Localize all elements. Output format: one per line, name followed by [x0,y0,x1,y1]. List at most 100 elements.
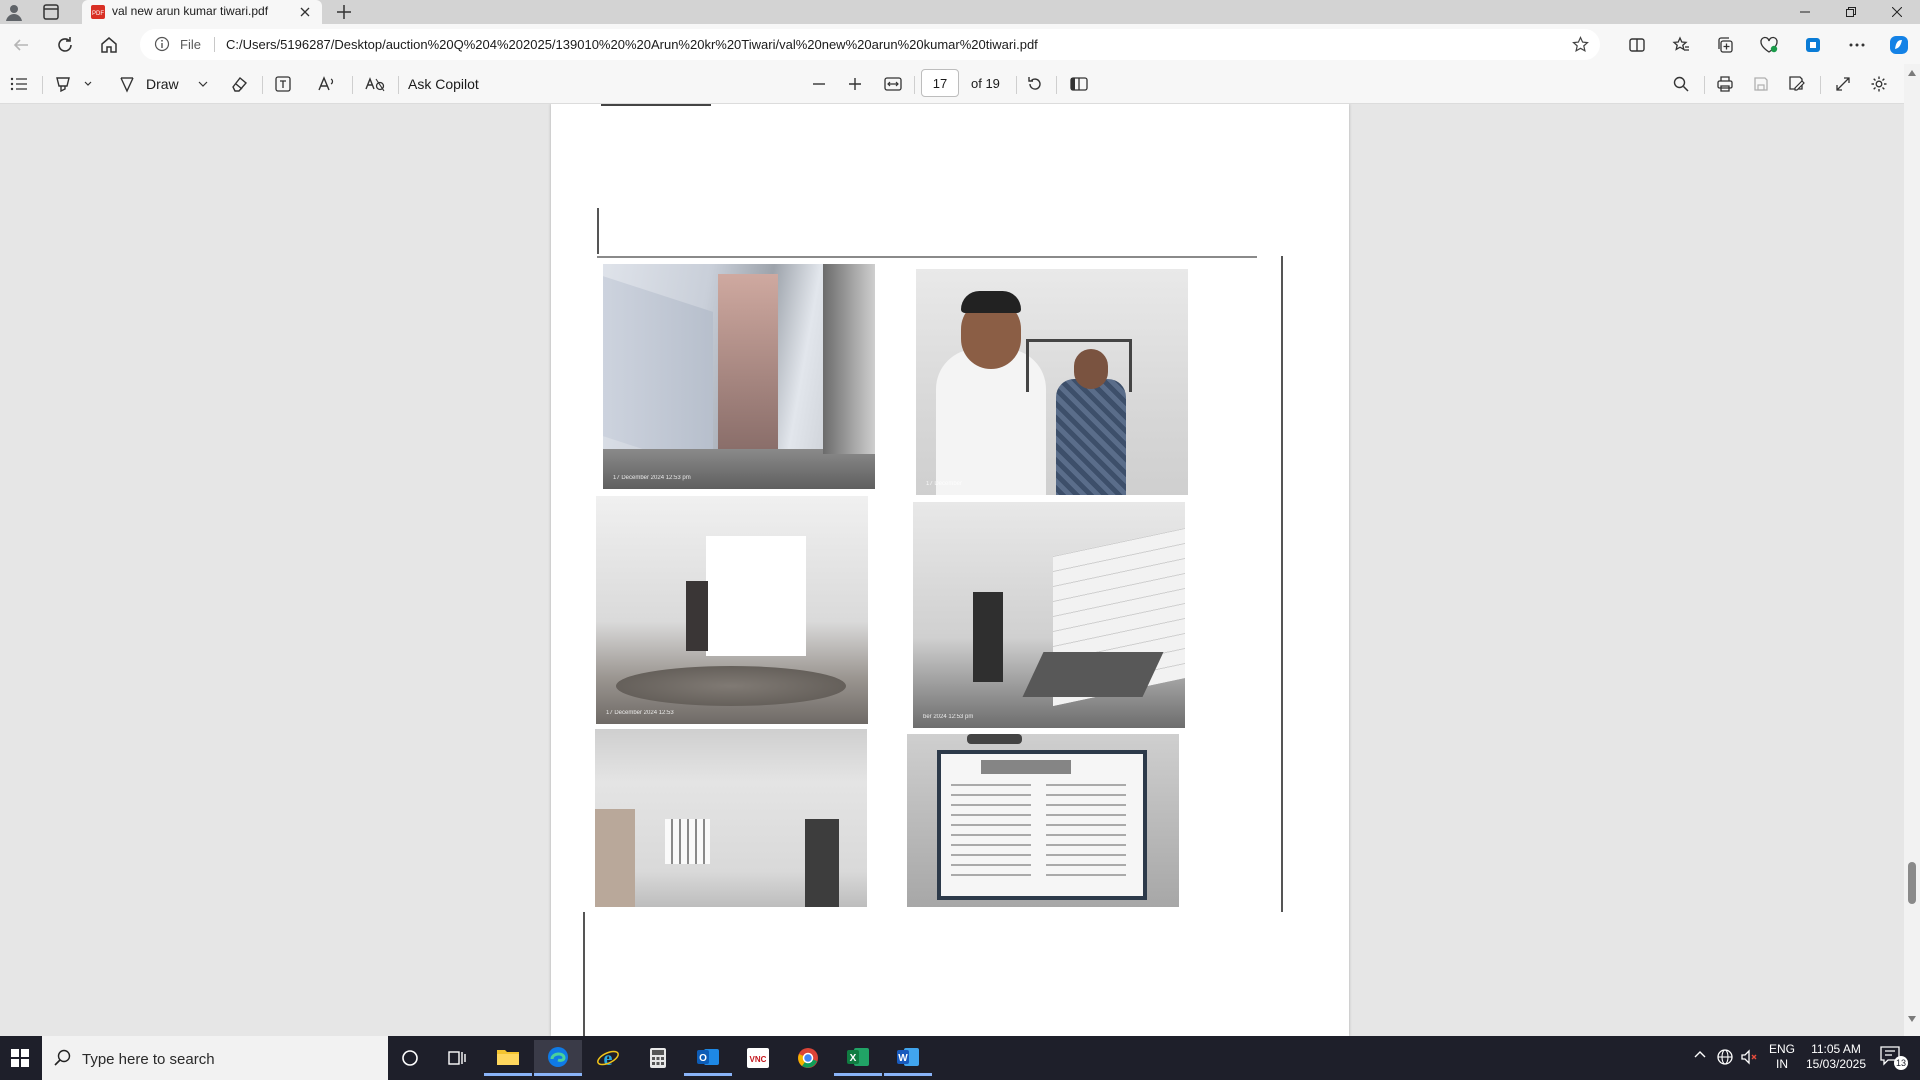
photo-timestamp: 17 December 2024 12:53 [606,710,674,716]
split-screen-icon[interactable] [1622,30,1652,60]
notification-center-icon[interactable]: 13 [1880,1046,1912,1070]
draw-options-chevron-icon[interactable] [194,70,212,98]
scroll-down-icon[interactable] [1908,1016,1916,1022]
highlight-icon[interactable] [52,70,96,98]
restore-icon[interactable] [1828,0,1874,24]
url-text[interactable]: C:/Users/5196287/Desktop/auction%20Q%204… [226,37,1038,52]
tab-actions-icon[interactable] [42,3,60,21]
toolbar-divider [1056,76,1057,94]
person-2-body [1056,379,1126,495]
favorites-icon[interactable] [1666,30,1696,60]
scroll-up-icon[interactable] [1908,70,1916,76]
photo-timestamp: ber 2024 12:53 pm [923,714,974,720]
toolbar-divider [1820,76,1821,94]
network-globe-icon[interactable] [1716,1048,1734,1066]
fullscreen-icon[interactable] [1830,70,1856,98]
zoom-out-icon[interactable] [806,70,832,98]
notice-board [937,750,1147,900]
back-icon[interactable] [6,30,36,60]
refresh-icon[interactable] [50,30,80,60]
extension-icon[interactable] [1798,30,1828,60]
chrome-icon[interactable] [784,1040,832,1076]
language-top: ENG [1768,1042,1795,1056]
far-doorway [973,592,1003,682]
site-photo-corridor: ber 2024 12:53 pm [913,502,1185,728]
toolbar-divider [914,76,915,94]
windows-start-icon[interactable] [0,1040,40,1076]
tab-active[interactable]: PDF val new arun kumar tiwari.pdf [82,0,322,24]
doorway [686,581,708,651]
internet-explorer-icon[interactable]: e [584,1040,632,1076]
search-input[interactable] [80,1048,374,1070]
browser-essentials-icon[interactable] [1754,30,1784,60]
read-aloud-icon[interactable] [314,70,340,98]
zoom-in-icon[interactable] [842,70,868,98]
volume-muted-icon[interactable] [1740,1048,1758,1066]
edge-browser-icon[interactable] [534,1040,582,1076]
url-bar[interactable]: File C:/Users/5196287/Desktop/auction%20… [140,29,1600,60]
site-photo-people: 17 December [916,269,1188,495]
svg-text:W: W [898,1053,908,1064]
window-grill [665,819,710,864]
file-explorer-icon[interactable] [484,1040,532,1076]
svg-text:VNC: VNC [750,1055,767,1064]
window-light [706,536,806,656]
tab-close-icon[interactable] [296,3,314,21]
svg-text:X: X [850,1053,857,1064]
show-hidden-icons-icon[interactable] [1694,1050,1706,1058]
new-tab-icon[interactable] [334,2,354,22]
url-divider [214,37,215,52]
title-bar: PDF val new arun kumar tiwari.pdf [0,0,1920,24]
toolbar-divider [42,76,43,94]
copilot-icon[interactable] [1884,30,1914,60]
road-shape [603,449,875,489]
translate-icon[interactable] [360,70,390,98]
debris-pile [616,666,846,706]
print-icon[interactable] [1712,70,1738,98]
save-icon[interactable] [1748,70,1774,98]
vnc-viewer-icon[interactable]: VNC [734,1040,782,1076]
fit-to-width-icon[interactable] [880,70,906,98]
task-view-icon[interactable] [434,1040,482,1076]
pdf-viewer[interactable]: 17 December 2024 12:53 pm 17 December 17… [0,104,1920,1036]
clock[interactable]: 11:05 AM 15/03/2025 [1800,1042,1872,1072]
vertical-scrollbar[interactable] [1904,64,1920,1036]
rotate-icon[interactable] [1022,70,1048,98]
minimize-icon[interactable] [1782,0,1828,24]
board-text-marks [1046,784,1126,884]
calculator-icon[interactable] [634,1040,682,1076]
save-as-icon[interactable] [1784,70,1810,98]
scrollbar-thumb[interactable] [1908,862,1916,904]
pdf-page[interactable]: 17 December 2024 12:53 pm 17 December 17… [551,104,1349,1036]
excel-icon[interactable]: X [834,1040,882,1076]
eraser-icon[interactable] [226,70,252,98]
gate-shape [823,264,875,454]
text-box-icon[interactable] [270,70,296,98]
favorite-star-icon[interactable] [1572,36,1589,53]
ask-copilot-button[interactable]: Ask Copilot [408,70,508,98]
draw-button[interactable]: Draw [118,70,194,98]
outlook-icon[interactable]: O [684,1040,732,1076]
toolbar-divider [262,76,263,94]
taskbar-search[interactable] [42,1036,388,1080]
site-photo-notice-board [907,734,1179,907]
collections-icon[interactable] [1710,30,1740,60]
profile-icon[interactable] [4,2,24,22]
toolbar-divider [1016,76,1017,94]
contents-icon[interactable] [6,70,32,98]
settings-gear-icon[interactable] [1866,70,1892,98]
word-icon[interactable]: W [884,1040,932,1076]
home-icon[interactable] [94,30,124,60]
clock-date: 15/03/2025 [1805,1057,1867,1071]
pdf-file-icon: PDF [90,4,106,20]
page-number-input[interactable] [921,69,959,97]
language-indicator[interactable]: ENG IN [1768,1042,1796,1072]
more-menu-icon[interactable] [1842,30,1872,60]
cortana-icon[interactable] [386,1040,434,1076]
find-search-icon[interactable] [1668,70,1694,98]
page-view-icon[interactable] [1066,70,1092,98]
site-photo-exterior: 17 December 2024 12:53 pm [603,264,875,489]
close-window-icon[interactable] [1874,0,1920,24]
info-icon[interactable] [154,36,170,52]
url-scheme-label: File [180,37,201,52]
